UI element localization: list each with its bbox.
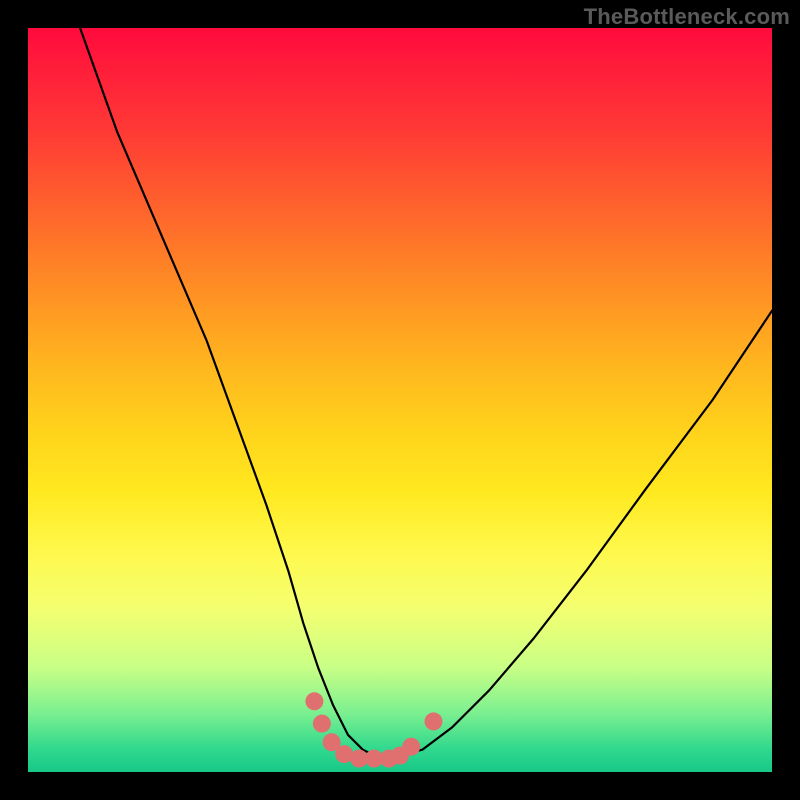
curve-marker [425, 712, 443, 730]
bottleneck-curve [80, 28, 772, 757]
plot-area [28, 28, 772, 772]
curve-marker [402, 738, 420, 756]
curve-markers [305, 692, 442, 767]
chart-svg [28, 28, 772, 772]
curve-marker [305, 692, 323, 710]
bottleneck-curve-path [80, 28, 772, 757]
watermark-text: TheBottleneck.com [584, 4, 790, 30]
curve-marker [313, 715, 331, 733]
chart-frame: TheBottleneck.com [0, 0, 800, 800]
